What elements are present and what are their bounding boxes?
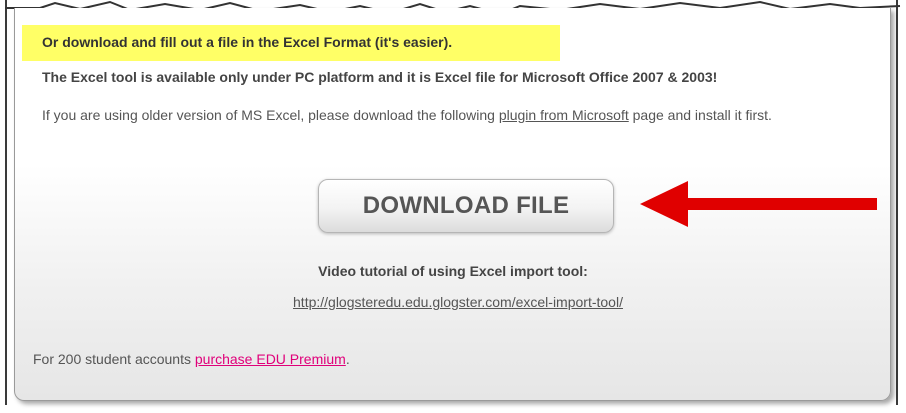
footer-suffix: . xyxy=(345,351,350,367)
video-tutorial-title: Video tutorial of using Excel import too… xyxy=(318,263,588,279)
platform-notice: The Excel tool is available only under P… xyxy=(42,69,718,85)
highlighted-instruction: Or download and fill out a file in the E… xyxy=(42,34,453,50)
plugin-text-before: If you are using older version of MS Exc… xyxy=(42,107,499,123)
video-tutorial-link[interactable]: http://glogsteredu.edu.glogster.com/exce… xyxy=(293,294,623,310)
red-arrow-left-icon xyxy=(640,181,877,227)
frame-right-edge xyxy=(890,0,898,405)
video-link-container: http://glogsteredu.edu.glogster.com/exce… xyxy=(0,294,906,310)
plugin-instructions: If you are using older version of MS Exc… xyxy=(42,99,882,131)
footer-prefix: For 200 student accounts xyxy=(33,351,195,367)
purchase-edu-premium-link[interactable]: purchase EDU Premium xyxy=(195,351,346,367)
plugin-text-after: page and install it first. xyxy=(628,107,772,123)
plugin-link[interactable]: plugin from Microsoft xyxy=(499,107,629,123)
footer-note: For 200 student accounts purchase EDU Pr… xyxy=(33,351,350,367)
download-file-button[interactable]: DOWNLOAD FILE xyxy=(318,179,614,233)
